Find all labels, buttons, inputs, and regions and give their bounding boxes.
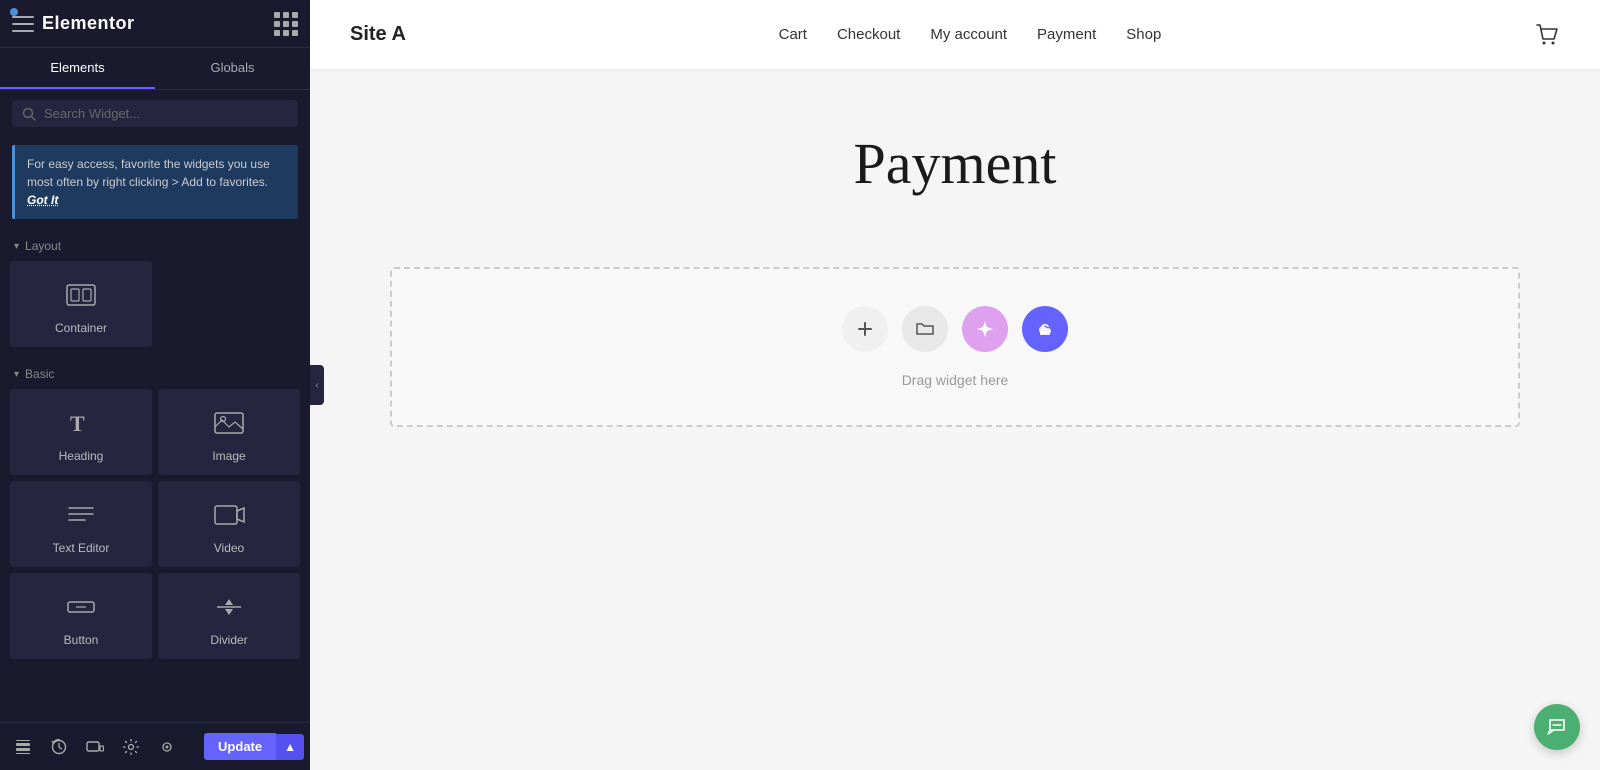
site-navbar: Site A Cart Checkout My account Payment …: [310, 0, 1600, 70]
update-button-group: Update ▲: [204, 733, 304, 760]
panel-scroll-area: For easy access, favorite the widgets yo…: [0, 90, 310, 770]
divider-icon: [211, 589, 247, 625]
got-it-button[interactable]: Got It: [27, 193, 58, 207]
site-nav-links: Cart Checkout My account Payment Shop: [779, 26, 1162, 44]
widget-video[interactable]: Video: [158, 481, 300, 567]
main-canvas: Site A Cart Checkout My account Payment …: [310, 0, 1600, 770]
nav-item-checkout[interactable]: Checkout: [837, 26, 900, 44]
collapse-panel-handle[interactable]: ‹: [310, 365, 324, 405]
widget-divider[interactable]: Divider: [158, 573, 300, 659]
widget-text-editor-label: Text Editor: [53, 541, 110, 555]
search-input-wrap: [12, 100, 298, 127]
update-button[interactable]: Update: [204, 733, 276, 760]
drop-zone-buttons: [842, 306, 1068, 352]
history-icon[interactable]: [42, 730, 76, 764]
update-caret-button[interactable]: ▲: [276, 734, 304, 760]
search-input[interactable]: [44, 106, 288, 121]
image-icon: [211, 405, 247, 441]
nav-link-myaccount[interactable]: My account: [930, 26, 1007, 43]
cloud-button[interactable]: [1022, 306, 1068, 352]
widget-text-editor[interactable]: Text Editor: [10, 481, 152, 567]
layers-icon[interactable]: [6, 730, 40, 764]
text-editor-icon: [63, 497, 99, 533]
grid-icon[interactable]: [274, 12, 298, 36]
info-banner-text: For easy access, favorite the widgets yo…: [27, 157, 270, 189]
nav-link-payment[interactable]: Payment: [1037, 26, 1096, 43]
tab-elements[interactable]: Elements: [0, 48, 155, 89]
drop-zone-text: Drag widget here: [902, 372, 1009, 388]
responsive-icon[interactable]: [78, 730, 112, 764]
chevron-down-icon-basic: ▾: [14, 369, 19, 380]
section-label-layout: Layout: [25, 239, 61, 253]
panel-tabs: Elements Globals: [0, 48, 310, 90]
hamburger-menu-icon[interactable]: [12, 16, 34, 32]
nav-link-cart[interactable]: Cart: [779, 26, 807, 43]
container-icon: [63, 277, 99, 313]
layout-widget-grid: Container: [0, 261, 310, 355]
preview-icon[interactable]: [150, 730, 184, 764]
add-widget-button[interactable]: [842, 306, 888, 352]
basic-widget-grid: T Heading Image: [0, 389, 310, 667]
widget-button-label: Button: [64, 633, 99, 647]
page-title: Payment: [390, 110, 1520, 237]
folder-button[interactable]: [902, 306, 948, 352]
canvas-area: Payment: [310, 70, 1600, 770]
widget-divider-label: Divider: [210, 633, 247, 647]
left-panel: Elementor Elements Globals For easy acce: [0, 0, 310, 770]
settings-icon[interactable]: [114, 730, 148, 764]
chat-bubble[interactable]: [1534, 704, 1580, 750]
widget-heading[interactable]: T Heading: [10, 389, 152, 475]
widget-button[interactable]: Button: [10, 573, 152, 659]
widget-container-label: Container: [55, 321, 107, 335]
bottom-toolbar: Update ▲: [0, 722, 310, 770]
nav-item-payment[interactable]: Payment: [1037, 26, 1096, 44]
chevron-down-icon: ▾: [14, 241, 19, 252]
search-icon: [22, 107, 36, 121]
widget-heading-label: Heading: [59, 449, 104, 463]
nav-link-checkout[interactable]: Checkout: [837, 26, 900, 43]
site-logo: Site A: [350, 23, 406, 46]
notification-dot: [10, 8, 18, 16]
nav-item-shop[interactable]: Shop: [1126, 26, 1161, 44]
section-header-layout[interactable]: ▾ Layout: [0, 227, 310, 261]
video-icon: [211, 497, 247, 533]
widget-image[interactable]: Image: [158, 389, 300, 475]
nav-item-myaccount[interactable]: My account: [930, 26, 1007, 44]
tab-globals[interactable]: Globals: [155, 48, 310, 89]
cart-icon[interactable]: [1534, 22, 1560, 48]
top-bar: Elementor: [0, 0, 310, 48]
widget-image-label: Image: [212, 449, 245, 463]
svg-text:T: T: [70, 411, 85, 436]
section-header-basic[interactable]: ▾ Basic: [0, 355, 310, 389]
button-icon: [63, 589, 99, 625]
search-box: [0, 90, 310, 137]
heading-icon: T: [63, 405, 99, 441]
info-banner: For easy access, favorite the widgets yo…: [12, 145, 298, 219]
elementor-logo: Elementor: [42, 13, 135, 34]
widget-video-label: Video: [214, 541, 244, 555]
widget-container[interactable]: Container: [10, 261, 152, 347]
section-label-basic: Basic: [25, 367, 54, 381]
magic-button[interactable]: [962, 306, 1008, 352]
nav-link-shop[interactable]: Shop: [1126, 26, 1161, 43]
drop-zone[interactable]: Drag widget here: [390, 267, 1520, 427]
nav-item-cart[interactable]: Cart: [779, 26, 807, 44]
